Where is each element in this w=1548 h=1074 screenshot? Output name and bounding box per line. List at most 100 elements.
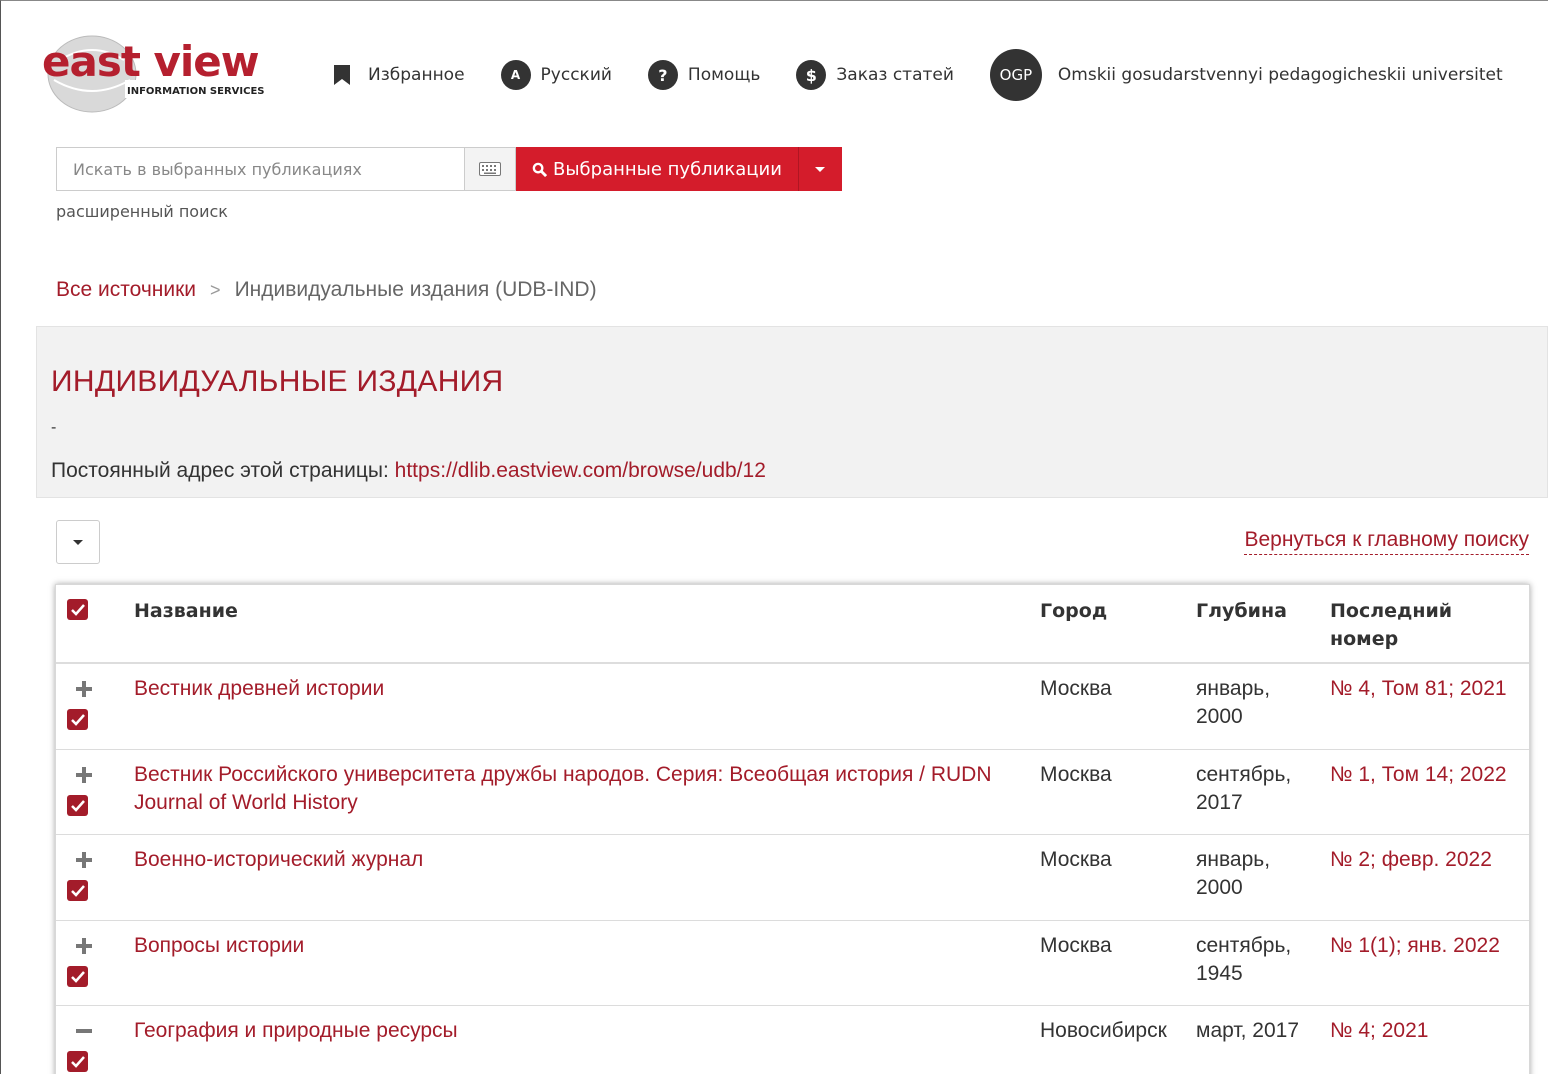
nav-help-label: Помощь: [687, 65, 761, 85]
publication-title-link[interactable]: Вестник древней истории: [134, 675, 1014, 703]
east-view-logo[interactable]: east view INFORMATION SERVICES: [40, 30, 290, 116]
nav-order[interactable]: $ Заказ статей: [796, 60, 954, 90]
avatar[interactable]: OGP: [989, 49, 1042, 101]
collection-description: -: [51, 419, 57, 436]
depth-line1: сентябрь,: [1196, 763, 1292, 786]
checkmark-icon: [70, 713, 85, 726]
publication-depth: январь, 2000: [1196, 675, 1326, 731]
table-row: Вопросы истории Москва сентябрь, 1945 № 1…: [56, 921, 1529, 1006]
breadcrumb: Все источники > Индивидуальные издания (…: [56, 278, 597, 302]
logo-subtitle: INFORMATION SERVICES: [127, 86, 265, 97]
expand-plus-icon[interactable]: [74, 850, 94, 870]
nav-favorites-label: Избранное: [368, 65, 465, 85]
table-row: География и природные ресурсы Новосибирс…: [56, 1006, 1529, 1074]
organization-name[interactable]: Omskii gosudarstvennyi pedagogicheskii u…: [1058, 65, 1503, 85]
virtual-keyboard-button[interactable]: [464, 147, 516, 191]
row-checkbox[interactable]: [67, 795, 88, 816]
nav-help[interactable]: ? Помощь: [647, 60, 761, 90]
column-header-last-line1: Последний: [1330, 600, 1453, 622]
table-row: Военно-исторический журнал Москва январь…: [56, 835, 1529, 921]
checkmark-icon: [70, 884, 85, 897]
publication-title-link[interactable]: Военно-исторический журнал: [134, 846, 1014, 874]
depth-line2: 2000: [1196, 705, 1243, 728]
expand-plus-icon[interactable]: [74, 936, 94, 956]
column-header-name[interactable]: Название: [134, 597, 1014, 625]
bookmark-icon: [334, 65, 350, 85]
back-to-main-search-link[interactable]: Вернуться к главному поиску: [1244, 528, 1529, 555]
expand-plus-icon[interactable]: [74, 679, 94, 699]
publication-depth: март, 2017: [1196, 1017, 1326, 1045]
chevron-down-icon: [73, 539, 83, 545]
publication-title-link[interactable]: География и природные ресурсы: [134, 1017, 1014, 1045]
collapse-minus-icon[interactable]: [74, 1021, 94, 1041]
checkmark-icon: [70, 970, 85, 983]
checkmark-icon: [70, 603, 85, 616]
page-title: ИНДИВИДУАЛЬНЫЕ ИЗДАНИЯ: [51, 365, 504, 398]
publication-depth: сентябрь, 2017: [1196, 761, 1326, 817]
depth-line1: январь,: [1196, 848, 1271, 871]
publication-title-link[interactable]: Вестник Российского университета дружбы …: [134, 761, 1014, 817]
checkmark-icon: [70, 1055, 85, 1068]
search-button-label: Выбранные публикации: [553, 158, 782, 180]
select-all-checkbox[interactable]: [67, 599, 88, 620]
nav-language-label: Русский: [540, 65, 612, 85]
row-checkbox[interactable]: [67, 880, 88, 901]
nav-language[interactable]: A Русский: [500, 60, 612, 90]
column-header-depth[interactable]: Глубина: [1196, 597, 1326, 625]
search-button[interactable]: Выбранные публикации: [516, 147, 798, 191]
nav-favorites[interactable]: Избранное: [330, 65, 465, 85]
search-scope-dropdown[interactable]: [797, 147, 842, 191]
translate-icon: A: [500, 60, 531, 90]
chevron-right-icon: >: [210, 279, 221, 300]
publications-table: Название Город Глубина Последний номер В…: [55, 584, 1530, 1074]
help-icon: ?: [647, 60, 678, 90]
publication-city: Москва: [1040, 934, 1112, 957]
table-header: Название Город Глубина Последний номер: [56, 585, 1529, 664]
permalink-label: Постоянный адрес этой страницы:: [51, 459, 389, 482]
table-row: Вестник Российского университета дружбы …: [56, 750, 1529, 835]
depth-line1: январь,: [1196, 677, 1271, 700]
depth-line1: март, 2017: [1196, 1019, 1300, 1042]
last-issue-link[interactable]: № 1(1); янв. 2022: [1330, 932, 1529, 960]
permalink-url[interactable]: https://dlib.eastview.com/browse/udb/12: [395, 459, 766, 482]
keyboard-icon: [479, 162, 501, 176]
publication-city: Москва: [1040, 677, 1112, 700]
depth-line2: 2000: [1196, 876, 1243, 899]
column-header-last-issue[interactable]: Последний номер: [1330, 597, 1529, 653]
logo-text: east view: [42, 37, 259, 86]
depth-line1: сентябрь,: [1196, 934, 1292, 957]
publication-city: Москва: [1040, 848, 1112, 871]
collection-info-panel: ИНДИВИДУАЛЬНЫЕ ИЗДАНИЯ - Постоянный адре…: [36, 326, 1548, 498]
logo-graphic: east view INFORMATION SERVICES: [42, 35, 287, 113]
last-issue-link[interactable]: № 1, Том 14; 2022: [1330, 761, 1529, 789]
breadcrumb-current: Индивидуальные издания (UDB-IND): [234, 278, 597, 301]
last-issue-link[interactable]: № 4; 2021: [1330, 1017, 1529, 1045]
expand-plus-icon[interactable]: [74, 765, 94, 785]
column-header-last-line2: номер: [1330, 628, 1399, 650]
dollar-icon: $: [796, 60, 827, 90]
last-issue-link[interactable]: № 4, Том 81; 2021: [1330, 675, 1529, 703]
checkmark-icon: [70, 799, 85, 812]
breadcrumb-root-link[interactable]: Все источники: [56, 278, 196, 302]
column-header-city[interactable]: Город: [1040, 597, 1190, 625]
depth-line2: 1945: [1196, 962, 1243, 985]
table-row: Вестник древней истории Москва январь, 20…: [56, 664, 1529, 750]
publication-city: Новосибирск: [1040, 1019, 1167, 1042]
advanced-search-link[interactable]: расширенный поиск: [56, 202, 228, 221]
publication-depth: сентябрь, 1945: [1196, 932, 1326, 988]
row-checkbox[interactable]: [67, 1051, 88, 1072]
search-input[interactable]: [56, 147, 464, 191]
actions-dropdown-button[interactable]: [56, 520, 100, 564]
top-nav: Избранное A Русский ? Помощь $ Заказ ста…: [330, 49, 1528, 101]
nav-order-label: Заказ статей: [836, 65, 954, 85]
last-issue-link[interactable]: № 2; февр. 2022: [1330, 846, 1529, 874]
row-checkbox[interactable]: [67, 966, 88, 987]
publication-depth: январь, 2000: [1196, 846, 1326, 902]
search-icon: [532, 162, 547, 177]
publication-city: Москва: [1040, 763, 1112, 786]
publication-title-link[interactable]: Вопросы истории: [134, 932, 1014, 960]
row-checkbox[interactable]: [67, 709, 88, 730]
permalink: Постоянный адрес этой страницы: https://…: [51, 459, 766, 483]
chevron-down-icon: [815, 166, 826, 172]
search-bar: Выбранные публикации: [56, 147, 842, 191]
